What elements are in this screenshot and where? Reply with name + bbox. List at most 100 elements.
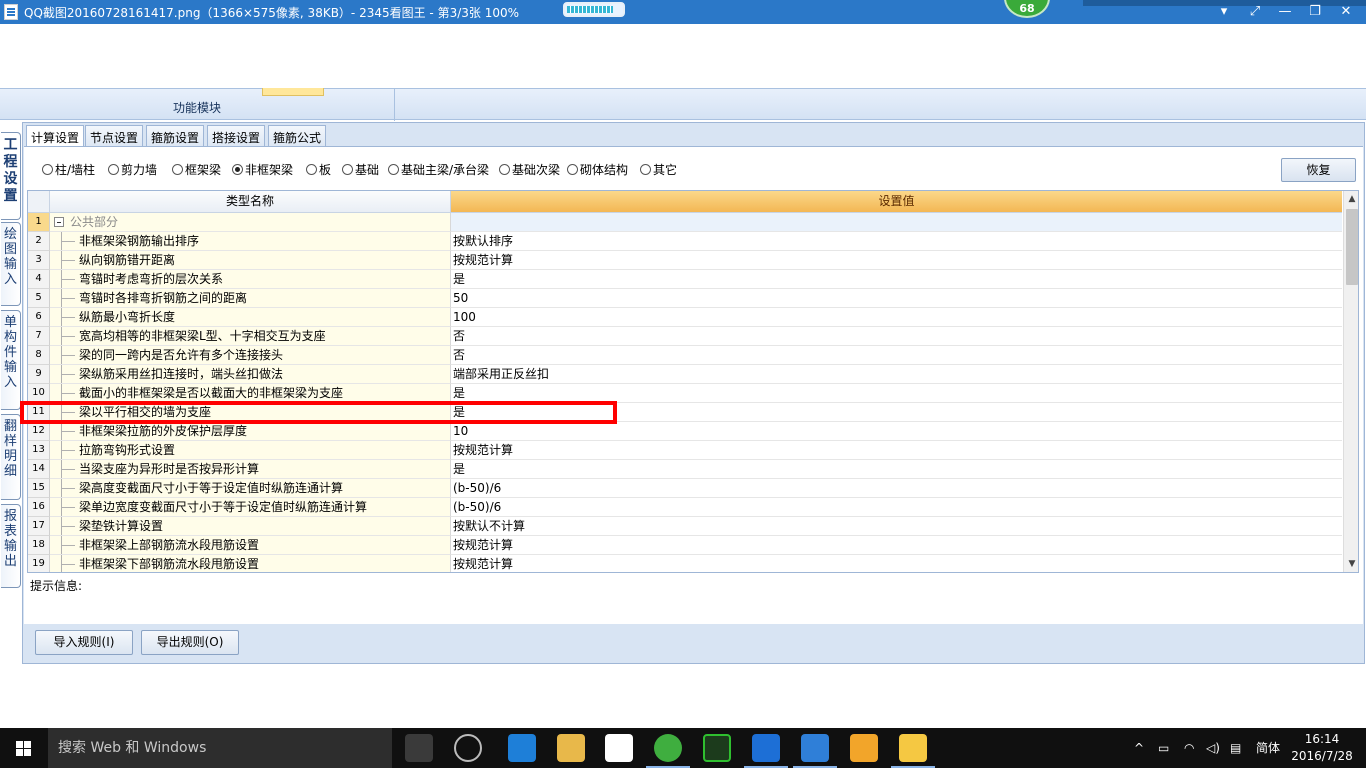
glodon-g-icon[interactable] bbox=[744, 734, 788, 768]
tab-stirrup-formula[interactable]: 箍筋公式 bbox=[268, 125, 327, 146]
close-button[interactable]: ✕ bbox=[1336, 3, 1356, 21]
battery-icon[interactable]: ▭ bbox=[1158, 728, 1169, 768]
radio-masonry[interactable]: 砌体结构 bbox=[567, 161, 628, 179]
setting-value-cell[interactable]: (b-50)/6 bbox=[451, 498, 1342, 517]
setting-value-cell[interactable]: 按规范计算 bbox=[451, 555, 1342, 572]
radio-foundation-main-beam[interactable]: 基础主梁/承台梁 bbox=[388, 161, 489, 179]
setting-value-cell[interactable]: 按默认不计算 bbox=[451, 517, 1342, 536]
tab-node-settings[interactable]: 节点设置 bbox=[85, 125, 144, 146]
setting-value-cell[interactable]: (b-50)/6 bbox=[451, 479, 1342, 498]
taskbar-clock[interactable]: 16:14 2016/7/28 bbox=[1290, 731, 1354, 765]
import-rules-button[interactable]: 导入规则(I) bbox=[35, 630, 133, 655]
side-tab-project-settings[interactable]: 工程设置 bbox=[1, 132, 21, 220]
table-row[interactable]: 15 梁高度变截面尺寸小于等于设定值时纵筋连通计算 (b-50)/6 bbox=[28, 479, 1342, 498]
table-row[interactable]: 5 弯锚时各排弯折钢筋之间的距离 50 bbox=[28, 289, 1342, 308]
setting-value-cell[interactable]: 按规范计算 bbox=[451, 441, 1342, 460]
table-row[interactable]: 4 弯锚时考虑弯折的层次关系是 bbox=[28, 270, 1342, 289]
table-row[interactable]: 2 非框架梁钢筋输出排序 按默认排序 bbox=[28, 232, 1342, 251]
ime-indicator[interactable]: 简体 bbox=[1256, 728, 1280, 768]
scroll-thumb[interactable] bbox=[1346, 209, 1358, 285]
table-row[interactable]: 8 梁的同一跨内是否允许有多个连接接头否 bbox=[28, 346, 1342, 365]
row-number: 13 bbox=[28, 441, 50, 460]
restore-defaults-button[interactable]: 恢复 bbox=[1281, 158, 1356, 182]
setting-value-cell[interactable]: 按规范计算 bbox=[451, 251, 1342, 270]
setting-value-cell[interactable]: 端部采用正反丝扣 bbox=[451, 365, 1342, 384]
cad-app-icon[interactable] bbox=[793, 734, 837, 768]
volume-icon[interactable]: ◁) bbox=[1206, 728, 1220, 768]
column-header-value[interactable]: 设置值 bbox=[451, 191, 1342, 213]
group-label: 公共部分 bbox=[50, 213, 451, 232]
column-header-name[interactable]: 类型名称 bbox=[50, 191, 451, 213]
setting-value-cell[interactable]: 是 bbox=[451, 403, 1342, 422]
minimize-button[interactable]: — bbox=[1275, 3, 1295, 21]
tray-expand-icon[interactable]: ^ bbox=[1134, 728, 1144, 768]
radio-column[interactable]: 柱/墙柱 bbox=[42, 161, 95, 179]
side-tab-report[interactable]: 报表输出 bbox=[1, 504, 21, 588]
tab-stirrup-settings[interactable]: 箍筋设置 bbox=[146, 125, 205, 146]
restore-window-button[interactable]: ❐ bbox=[1305, 3, 1325, 21]
side-tab-detail[interactable]: 翻样明细 bbox=[1, 414, 21, 500]
setting-value-cell[interactable]: 是 bbox=[451, 270, 1342, 289]
file-explorer-icon[interactable] bbox=[557, 734, 585, 762]
setting-value-cell[interactable]: 是 bbox=[451, 384, 1342, 403]
table-row[interactable]: 6 纵筋最小弯折长度 100 bbox=[28, 308, 1342, 327]
export-rules-button[interactable]: 导出规则(O) bbox=[141, 630, 239, 655]
viewer-title-bar: QQ截图20160728161417.png（1366×575像素, 38KB）… bbox=[0, 0, 1366, 24]
app-360-icon[interactable] bbox=[646, 734, 690, 768]
table-row[interactable]: 9 梁纵筋采用丝扣连接时，端头丝扣做法 端部采用正反丝扣 bbox=[28, 365, 1342, 384]
table-row[interactable]: 17 梁垫铁计算设置 按默认不计算 bbox=[28, 517, 1342, 536]
table-row[interactable]: 19 非框架梁下部钢筋流水段甩筋设置 按规范计算 bbox=[28, 555, 1342, 572]
table-row[interactable]: 16 梁单边宽度变截面尺寸小于等于设定值时纵筋连通计算 (b-50)/6 bbox=[28, 498, 1342, 517]
radio-foundation-secondary-beam[interactable]: 基础次梁 bbox=[499, 161, 560, 179]
notification-icon[interactable]: ▤ bbox=[1230, 728, 1241, 768]
table-row[interactable]: 18 非框架梁上部钢筋流水段甩筋设置 按规范计算 bbox=[28, 536, 1342, 555]
image-viewer-icon[interactable] bbox=[891, 734, 935, 768]
radio-indicator bbox=[640, 164, 651, 175]
setting-value-cell[interactable]: 否 bbox=[451, 327, 1342, 346]
taskbar-search-input[interactable]: 搜索 Web 和 Windows bbox=[48, 728, 392, 768]
row-number: 10 bbox=[28, 384, 50, 403]
table-row[interactable]: 12 非框架梁拉筋的外皮保护层厚度 10 bbox=[28, 422, 1342, 441]
setting-value-cell[interactable]: 按默认排序 bbox=[451, 232, 1342, 251]
score-badge[interactable]: 68 bbox=[1004, 0, 1050, 18]
browser-swirl-icon[interactable] bbox=[454, 734, 482, 762]
side-tab-drawing-input[interactable]: 绘图输入 bbox=[1, 222, 21, 306]
grid-scrollbar[interactable]: ▲ ▼ bbox=[1343, 191, 1358, 572]
scroll-up-icon[interactable]: ▲ bbox=[1344, 191, 1358, 207]
collapse-icon[interactable] bbox=[54, 217, 64, 227]
task-view-icon[interactable] bbox=[405, 734, 433, 762]
menu-dropdown-icon[interactable]: ▾ bbox=[1214, 3, 1234, 21]
fullscreen-icon[interactable]: ⤢ bbox=[1245, 3, 1265, 21]
table-row[interactable]: 14 当梁支座为异形时是否按异形计算是 bbox=[28, 460, 1342, 479]
table-row[interactable]: 11 梁以平行相交的墙为支座是 bbox=[28, 403, 1342, 422]
setting-value-cell[interactable]: 否 bbox=[451, 346, 1342, 365]
grid-group-row[interactable]: 1 公共部分 bbox=[28, 213, 1342, 232]
tab-lap-settings[interactable]: 搭接设置 bbox=[207, 125, 266, 146]
table-row[interactable]: 3 纵向钢筋错开距离 按规范计算 bbox=[28, 251, 1342, 270]
setting-value-cell[interactable]: 100 bbox=[451, 308, 1342, 327]
edge-browser-icon[interactable] bbox=[508, 734, 536, 762]
edit-pencil-icon[interactable] bbox=[850, 734, 878, 762]
radio-foundation[interactable]: 基础 bbox=[342, 161, 379, 179]
radio-shear-wall[interactable]: 剪力墙 bbox=[108, 161, 157, 179]
radio-frame-beam[interactable]: 框架梁 bbox=[172, 161, 221, 179]
store-icon[interactable] bbox=[605, 734, 633, 762]
setting-name-cell: 梁纵筋采用丝扣连接时，端头丝扣做法 bbox=[50, 365, 451, 384]
setting-value-cell[interactable]: 50 bbox=[451, 289, 1342, 308]
side-tab-component-input[interactable]: 单构件输入 bbox=[1, 310, 21, 410]
scroll-down-icon[interactable]: ▼ bbox=[1344, 556, 1358, 572]
start-button[interactable] bbox=[0, 728, 48, 768]
radio-slab[interactable]: 板 bbox=[306, 161, 331, 179]
radio-non-frame-beam[interactable]: 非框架梁 bbox=[232, 161, 293, 179]
tab-calc-settings[interactable]: 计算设置 bbox=[26, 125, 85, 147]
table-row[interactable]: 7 宽高均相等的非框架梁L型、十字相交互为支座否 bbox=[28, 327, 1342, 346]
radio-other[interactable]: 其它 bbox=[640, 161, 677, 179]
table-row[interactable]: 10 截面小的非框架梁是否以截面大的非框架梁为支座是 bbox=[28, 384, 1342, 403]
setting-value-cell[interactable]: 是 bbox=[451, 460, 1342, 479]
setting-value-cell[interactable]: 10 bbox=[451, 422, 1342, 441]
wifi-icon[interactable]: ◠ bbox=[1184, 728, 1194, 768]
video-app-icon[interactable] bbox=[703, 734, 731, 762]
setting-value-cell[interactable]: 按规范计算 bbox=[451, 536, 1342, 555]
row-number: 8 bbox=[28, 346, 50, 365]
table-row[interactable]: 13 拉筋弯钩形式设置 按规范计算 bbox=[28, 441, 1342, 460]
